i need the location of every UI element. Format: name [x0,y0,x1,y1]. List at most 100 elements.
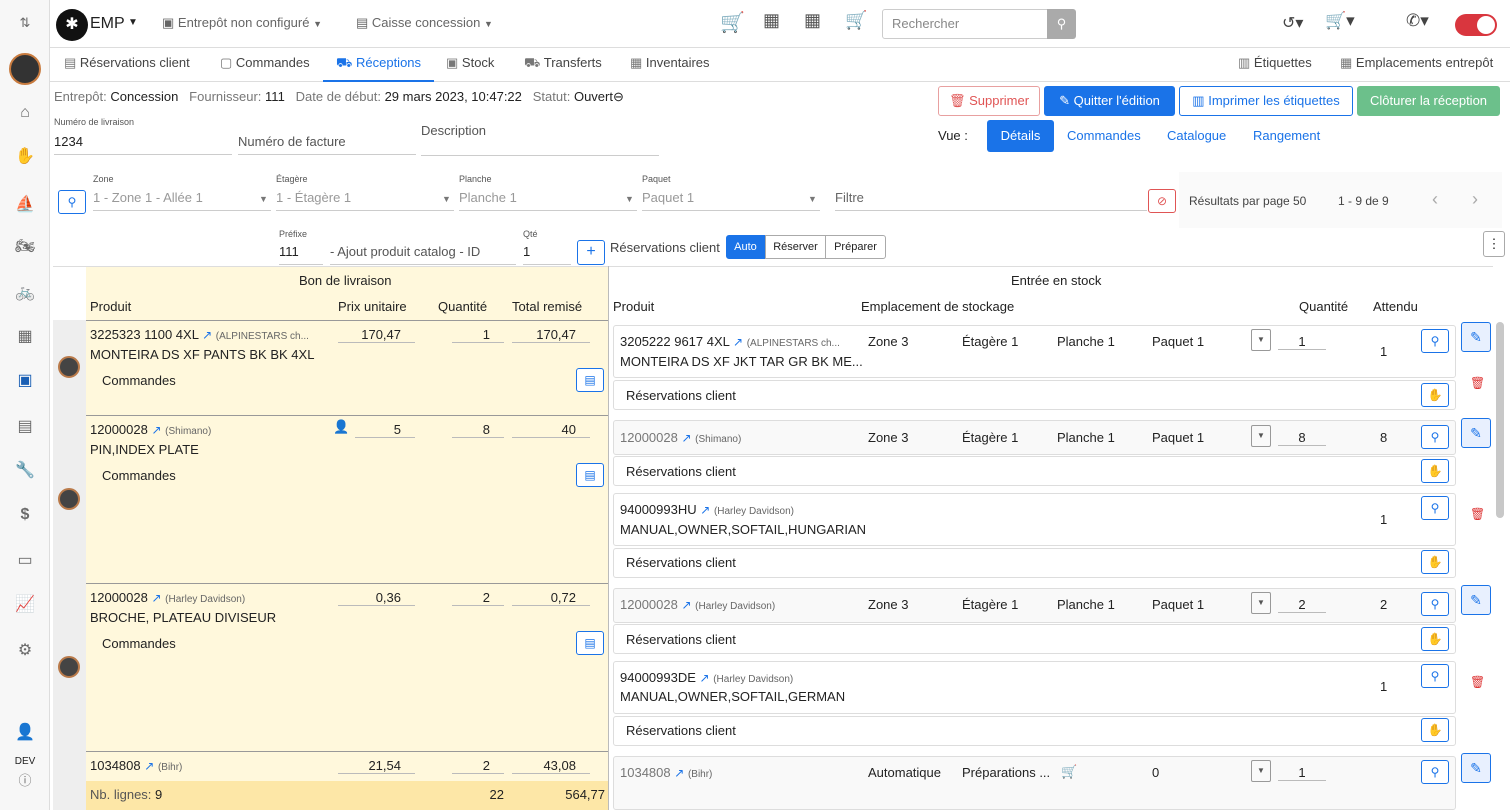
zone-select[interactable]: 1 - Zone 1 - Allée 1 [93,190,203,205]
cart-icon[interactable]: 🛒 [720,10,745,35]
person-icon[interactable]: 👤 [12,722,38,744]
external-link-icon[interactable]: ↗ [681,431,691,445]
settings-icon[interactable]: ⚙ [12,640,38,662]
total-input[interactable]: 170,47 [512,327,590,343]
logo-icon[interactable]: ✱ [56,9,88,41]
trash-icon[interactable]: 🗑 [1470,675,1485,689]
add-product-button[interactable]: + [577,240,605,265]
trash-icon[interactable]: 🗑 [1470,376,1485,390]
info-icon[interactable]: ⓘ [12,770,38,792]
external-link-icon[interactable]: ↗ [674,766,684,780]
external-link-icon[interactable]: ↗ [681,598,691,612]
edit-button[interactable]: ✎ [1461,753,1491,783]
tab-locations[interactable]: ▦ Emplacements entrepôt [1340,48,1493,82]
location-button[interactable]: ⚲ [1421,425,1449,449]
chevron-down-icon[interactable]: ▼ [128,17,138,28]
reservation-button[interactable]: ✋ [1421,459,1449,483]
location-button[interactable]: ⚲ [1421,664,1449,688]
dollar-icon[interactable]: $ [12,504,38,526]
quit-edit-button[interactable]: ✎ Quitter l'édition [1044,86,1175,116]
external-link-icon[interactable]: ↗ [202,328,212,342]
location-dropdown[interactable]: ▼ [1251,329,1271,351]
location-button[interactable]: ⚲ [1421,329,1449,353]
external-link-icon[interactable]: ↗ [700,503,710,517]
delivery-number-input[interactable]: 1234 [54,134,83,149]
description-input[interactable]: Description [421,123,486,138]
edit-button[interactable]: ✎ [1461,585,1491,615]
calendar-bike-icon[interactable]: ▦ [763,10,780,31]
view-catalogue-button[interactable]: Catalogue [1167,128,1226,143]
tab-orders[interactable]: ▢ Commandes [220,48,310,82]
location-dropdown[interactable]: ▼ [1251,760,1271,782]
location-dropdown[interactable]: ▼ [1251,592,1271,614]
sort-icon[interactable]: ⇅ [12,12,38,34]
tab-stock[interactable]: ▣ Stock [446,48,494,82]
view-orders-button[interactable]: Commandes [1067,128,1141,143]
tab-transfers[interactable]: ⛟ Transferts [524,48,602,82]
location-button[interactable]: ⚲ [1421,592,1449,616]
warehouse-icon[interactable]: ▣ [12,370,38,392]
package-select[interactable]: Paquet 1 [642,190,694,205]
invoice-number-input[interactable]: Numéro de facture [238,134,346,149]
reservation-button[interactable]: ✋ [1421,718,1449,742]
warehouse-selector[interactable]: ▣ Entrepôt non configuré ▼ [162,15,322,31]
print-labels-button[interactable]: ▥ Imprimer les étiquettes [1179,86,1353,116]
external-link-icon[interactable]: ↗ [700,671,710,685]
calendar-wrench-icon[interactable]: ▦ [804,10,821,31]
clear-filter-icon[interactable]: ⊘ [1148,189,1176,213]
clipboard-button[interactable]: ▤ [576,463,604,487]
unit-price-input[interactable]: 170,47 [338,327,415,343]
location-button[interactable]: ⚲ [1421,496,1449,520]
reservation-button[interactable]: ✋ [1421,550,1449,574]
delete-button[interactable]: 🗑 Supprimer [938,86,1040,116]
stock-qty-input[interactable]: 1 [1278,334,1326,350]
external-link-icon[interactable]: ↗ [151,591,161,605]
close-reception-button[interactable]: Clôturer la réception [1357,86,1500,116]
edit-button[interactable]: ✎ [1461,322,1491,352]
search-icon[interactable]: ⚲ [1047,9,1076,39]
more-options-icon[interactable]: ⋮ [1483,231,1505,257]
bicycle-icon[interactable]: 🚲 [12,282,38,304]
per-page-select[interactable]: 50 [1293,194,1306,208]
location-dropdown[interactable]: ▼ [1251,425,1271,447]
cart-icon[interactable]: 🛒 [1061,764,1077,780]
quantity-input[interactable]: 1 [452,327,504,343]
mode-reserve-button[interactable]: Réserver [765,235,826,259]
location-button[interactable]: ⚲ [1421,760,1449,784]
handshake-icon[interactable]: ✋ [12,146,38,168]
clipboard-button[interactable]: ▤ [576,631,604,655]
shelf-select[interactable]: 1 - Étagère 1 [276,190,351,205]
user-avatar[interactable] [9,53,41,85]
tab-inventories[interactable]: ▦ Inventaires [630,48,710,82]
history-icon[interactable]: ↺▾ [1282,13,1303,33]
location-pin-button[interactable]: ⚲ [58,190,86,214]
jetski-icon[interactable]: ⛵ [12,194,38,216]
edit-button[interactable]: ✎ [1461,418,1491,448]
cart-motorcycle-icon[interactable]: 🛒 [845,10,867,31]
search-input[interactable]: Rechercher [882,9,1048,39]
mode-prepare-button[interactable]: Préparer [825,235,886,259]
register-selector[interactable]: ▤ Caisse concession ▼ [356,15,493,31]
external-link-icon[interactable]: ↗ [151,423,161,437]
home-icon[interactable]: ⌂ [12,102,38,124]
tab-reservations[interactable]: ▤ Réservations client [64,48,190,82]
scrollbar[interactable] [1496,322,1504,518]
cart-alert-icon[interactable]: 🛒▾ [1325,11,1355,31]
reservation-button[interactable]: ✋ [1421,627,1449,651]
trash-icon[interactable]: 🗑 [1470,507,1485,521]
clipboard-button[interactable]: ▤ [576,368,604,392]
qty-input[interactable]: 1 [523,244,530,259]
next-page-icon[interactable]: › [1472,189,1478,210]
app-title[interactable]: EMP [90,15,125,33]
tab-receptions[interactable]: ⛟ Réceptions [323,48,435,82]
add-product-input[interactable]: - Ajout produit catalog - ID [330,244,480,259]
reservation-button[interactable]: ✋ [1421,383,1449,407]
motorcycle-icon[interactable]: 🏍 [12,236,38,258]
prev-page-icon[interactable]: ‹ [1432,189,1438,210]
view-storage-button[interactable]: Rangement [1253,128,1320,143]
boxes-icon[interactable]: ▦ [12,326,38,348]
filter-input[interactable]: Filtre [835,190,864,205]
phone-icon[interactable]: ✆▾ [1406,11,1429,31]
external-link-icon[interactable]: ↗ [144,759,154,773]
tab-labels[interactable]: ▥ Étiquettes [1238,48,1312,82]
